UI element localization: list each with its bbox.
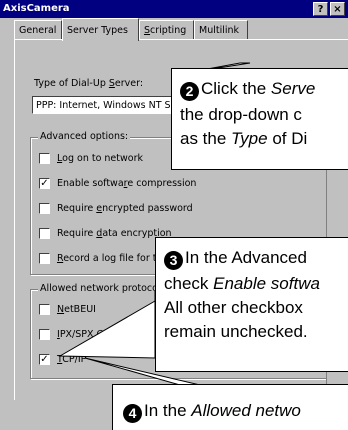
encrypted-password-label: Require encrypted password <box>57 203 193 214</box>
advanced-options-title: Advanced options: <box>38 131 131 142</box>
tab-general[interactable]: General <box>14 20 62 39</box>
ipx-spx-checkbox[interactable] <box>39 329 50 340</box>
dialup-server-label: Type of Dial-Up Server: <box>34 78 144 89</box>
help-button[interactable]: ? <box>313 2 328 16</box>
step-3-badge: 3 <box>164 251 183 270</box>
callout-3-line-2: check Enable softwa <box>164 274 320 293</box>
data-encryption-checkbox[interactable] <box>39 228 50 239</box>
log-on-label: Log on to network <box>57 153 143 164</box>
callout-3-line-4: remain unchecked. <box>164 322 308 341</box>
callout-step-3: 3 In the Advanced check Enable softwa All… <box>155 237 348 372</box>
tab-scripting[interactable]: Scripting <box>139 20 194 39</box>
callout-step-4: 4 In the Allowed netwo <box>112 384 348 430</box>
tab-multilink[interactable]: Multilink <box>194 20 248 39</box>
step-4-badge: 4 <box>123 404 142 423</box>
ipx-spx-label: IPX/SPX Compatible <box>57 329 151 340</box>
software-compression-checkbox[interactable]: ✓ <box>39 178 50 189</box>
tcp-ip-label: TCP/IP <box>57 354 87 365</box>
log-file-checkbox[interactable] <box>39 253 50 264</box>
tcp-ip-checkbox[interactable]: ✓ <box>39 354 50 365</box>
callout-2-line-2: the drop-down c <box>180 105 302 124</box>
protocols-title: Allowed network protocols: <box>38 283 171 294</box>
close-button[interactable]: × <box>330 2 345 16</box>
log-on-checkbox[interactable] <box>39 153 50 164</box>
callout-step-2: 2 Click the Serve the drop-down c as the … <box>171 68 348 170</box>
callout-2-line-3: as the Type of Di <box>180 129 308 148</box>
title-bar: AxisCamera ? × <box>0 0 348 18</box>
tab-server-types[interactable]: Server Types <box>62 18 139 41</box>
window-title: AxisCamera <box>3 3 70 14</box>
software-compression-label: Enable software compression <box>57 178 197 189</box>
netbeui-checkbox[interactable] <box>39 304 50 315</box>
step-2-badge: 2 <box>180 82 199 101</box>
encrypted-password-checkbox[interactable] <box>39 203 50 214</box>
callout-3-line-3: All other checkbox <box>164 298 303 317</box>
netbeui-label: NetBEUI <box>57 304 96 315</box>
